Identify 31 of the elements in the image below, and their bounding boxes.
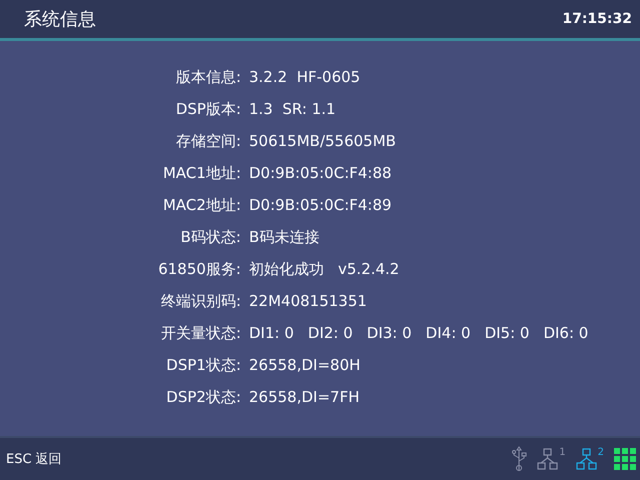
field-value: 26558,DI=80H	[249, 356, 360, 374]
clock-time: 17:15:32	[562, 11, 632, 27]
field-label: 存储空间:	[174, 132, 241, 151]
field-value: v5.2.4.2	[338, 260, 400, 279]
field-label: MAC1地址:	[162, 164, 241, 183]
field-label: 61850服务:	[157, 260, 241, 279]
field-value: 22M408151351	[249, 292, 367, 310]
field-label: MAC2地址:	[162, 196, 241, 215]
field-label: 开关量状态:	[160, 324, 241, 343]
field-value: D0:9B:05:0C:F4:89	[249, 196, 392, 214]
field-value: DI6: 0	[543, 324, 588, 342]
field-value: 50615MB/55605MB	[249, 132, 396, 150]
field-value: DI2: 0	[308, 324, 353, 342]
field-value: 3.2.2 HF-0605	[249, 68, 360, 86]
field-label: B码状态:	[180, 228, 241, 247]
field-label: 终端识别码:	[160, 292, 241, 311]
field-label: DSP2状态:	[165, 388, 241, 407]
field-value: DI4: 0	[426, 324, 471, 342]
field-value: 26558,DI=7FH	[249, 388, 360, 406]
field-value: DI3: 0	[366, 324, 412, 342]
field-label: 版本信息:	[174, 68, 241, 87]
window-title: 系统信息	[24, 8, 96, 31]
field-value: D0:9B:05:0C:F4:88	[249, 164, 392, 182]
field-value: 1.3 SR: 1.1	[249, 100, 336, 118]
field-value: DI5: 0	[484, 324, 530, 342]
field-label: DSP1状态:	[165, 356, 241, 375]
field-label: DSP版本:	[174, 100, 241, 119]
field-value: DI1: 0	[249, 324, 294, 342]
field-value: 初始化成功	[249, 260, 324, 279]
key-hint: ESC 返回	[6, 451, 62, 468]
field-value: B码未连接	[249, 228, 320, 247]
